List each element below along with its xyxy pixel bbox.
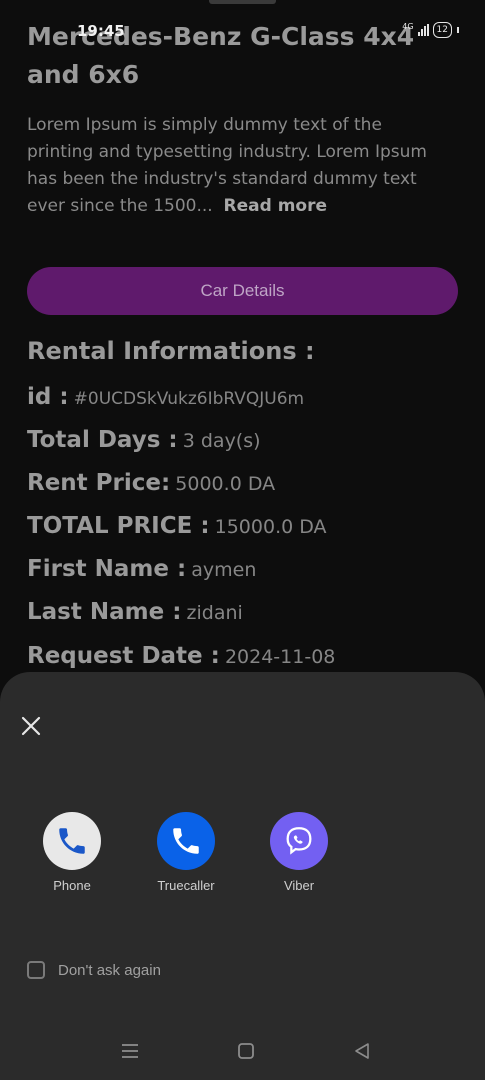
status-icons: 4G 12 [402,22,459,38]
rental-row-last-name: Last Name : zidani [27,599,243,625]
viber-app-icon [270,812,328,870]
dont-ask-again-option[interactable]: Don't ask again [27,961,161,979]
back-button[interactable] [348,1037,376,1065]
read-more-link[interactable]: Read more [224,196,328,216]
battery-cap [457,27,459,33]
network-label: 4G [402,21,414,31]
app-option-truecaller[interactable]: Truecaller [136,812,236,893]
close-icon [21,716,41,736]
rental-label: Total Days : [27,427,178,453]
rental-label: Rent Price: [27,470,171,496]
rental-label: Request Date : [27,643,220,669]
system-nav-bar [0,1037,485,1065]
app-label: Phone [53,878,91,893]
app-label: Viber [283,878,315,893]
rental-value: 3 day(s) [182,430,261,452]
menu-icon [122,1044,138,1058]
rental-section-title: Rental Informations : [27,337,315,365]
car-details-button[interactable]: Car Details [27,267,458,315]
battery-level: 12 [436,25,448,35]
dont-ask-label: Don't ask again [58,961,161,979]
app-option-phone[interactable]: Phone [22,812,122,893]
close-button[interactable] [17,712,45,740]
signal-icon [417,24,429,36]
rental-value: #0UCDSkVukz6IbRVQJU6m [73,389,305,409]
dont-ask-checkbox[interactable] [27,961,45,979]
rental-label: id : [27,384,69,410]
status-notch [209,0,276,4]
rental-row-request-date: Request Date : 2024-11-08 [27,643,335,669]
rental-row-rent-price: Rent Price: 5000.0 DA [27,470,275,496]
rental-row-first-name: First Name : aymen [27,556,256,582]
rental-row-id: id : #0UCDSkVukz6IbRVQJU6m [27,384,304,410]
rental-label: Last Name : [27,599,182,625]
square-icon [238,1043,254,1059]
truecaller-app-icon [157,812,215,870]
rental-value: zidani [186,602,243,624]
app-chooser-sheet: Phone Truecaller Viber Don't ask again [0,672,485,1080]
rental-value: 5000.0 DA [175,473,276,495]
rental-label: TOTAL PRICE : [27,513,210,539]
back-triangle-icon [355,1043,369,1059]
recents-button[interactable] [116,1037,144,1065]
battery-icon: 12 [432,22,452,38]
status-bar: 19:45 4G 12 [0,0,485,60]
rental-row-total-days: Total Days : 3 day(s) [27,427,261,453]
app-label: Truecaller [157,878,215,893]
rental-value: aymen [191,559,257,581]
rental-value: 15000.0 DA [214,516,327,538]
screen: 19:45 4G 12 Mercedes-Benz G-Class 4x4 an… [0,0,485,1080]
home-button[interactable] [232,1037,260,1065]
phone-app-icon [43,812,101,870]
app-option-viber[interactable]: Viber [249,812,349,893]
rental-row-total-price: TOTAL PRICE : 15000.0 DA [27,513,327,539]
rental-label: First Name : [27,556,187,582]
rental-value: 2024-11-08 [224,646,336,668]
car-description: Lorem Ipsum is simply dummy text of the … [27,112,437,220]
status-time: 19:45 [77,22,125,40]
